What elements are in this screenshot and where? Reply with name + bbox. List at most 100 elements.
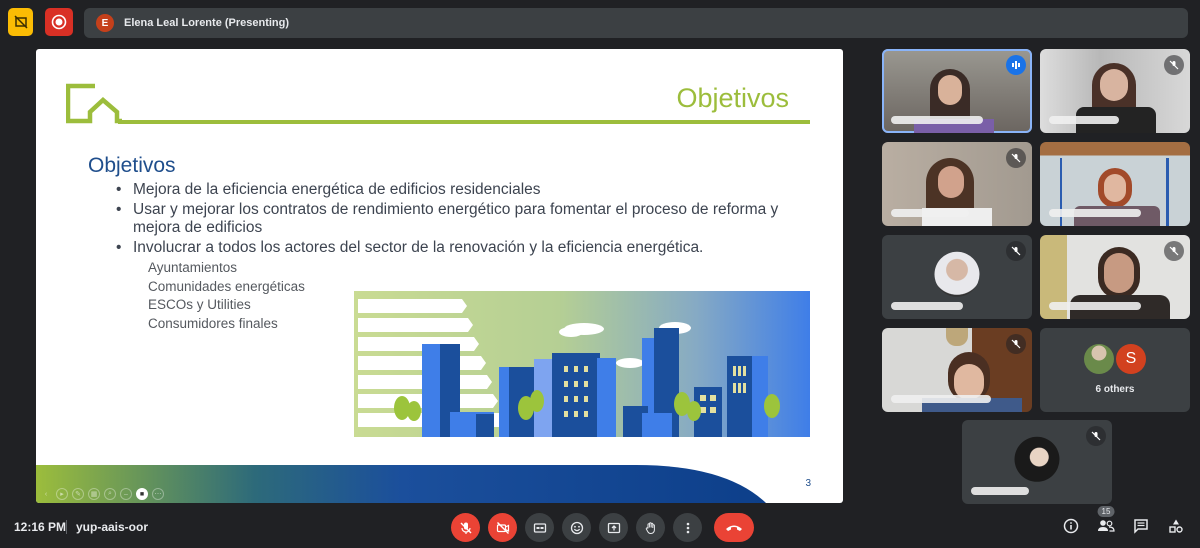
stop-presenting-button[interactable] [8,8,33,36]
participant-tile[interactable] [962,420,1112,504]
mic-off-icon [460,522,471,534]
city-illustration [354,291,810,437]
participant-tile[interactable] [1040,142,1190,226]
people-button[interactable]: 15 [1096,506,1116,536]
speaking-indicator [1006,55,1026,75]
sub-list: Ayuntamientos Comunidades energéticas ES… [148,259,305,333]
more-slide-options-icon[interactable]: ⋯ [152,488,164,500]
participant-tile[interactable] [1040,49,1190,133]
muted-indicator [1086,426,1106,446]
name-pill [891,209,969,217]
end-call-button[interactable] [714,513,754,542]
participant-tile[interactable] [882,142,1032,226]
mic-off-icon [1011,246,1021,256]
participant-face [1104,174,1126,202]
participant-avatar [1014,436,1060,482]
mic-off-icon [1011,339,1021,349]
pen-icon[interactable]: ✎ [72,488,84,500]
top-bar: E Elena Leal Lorente (Presenting) [8,8,1188,38]
name-pill [1049,116,1119,124]
presenter-avatar: E [96,14,114,32]
zoom-icon[interactable]: ⌕ [104,488,116,500]
mic-off-icon [1011,153,1021,163]
participant-face [938,166,964,198]
bullet-item: Involucrar a todos los actores del secto… [116,239,806,257]
participant-tile[interactable] [1040,235,1190,319]
muted-indicator [1164,241,1184,261]
participant-face [1100,69,1128,101]
presenter-label: Elena Leal Lorente (Presenting) [124,17,290,29]
info-icon [1063,518,1079,534]
lamp [946,328,968,346]
slides-grid-icon[interactable]: ▦ [88,488,100,500]
next-slide-icon[interactable]: ▸ [56,488,68,500]
others-count: 6 others [1095,384,1135,395]
participant-avatar [934,251,980,297]
mic-off-icon [1169,60,1179,70]
call-controls [451,513,754,542]
participant-count-badge: 15 [1097,506,1115,517]
people-icon [1098,520,1115,532]
mic-off-icon [1091,431,1101,441]
present-button[interactable] [599,513,628,542]
subtitles-icon[interactable]: – [120,488,132,500]
prev-slide-icon[interactable]: ‹ [40,488,52,500]
recording-button[interactable] [45,8,73,36]
mic-toggle-button[interactable] [451,513,480,542]
presentation-slide: Objetivos Objetivos Mejora de la eficien… [36,49,843,503]
muted-indicator [1164,55,1184,75]
record-icon [51,14,67,30]
participant-avatar [1084,344,1114,374]
camera-off-icon [496,521,509,534]
presenter-bar: E Elena Leal Lorente (Presenting) [84,8,1188,38]
bullet-list: Mejora de la eficiencia energética de ed… [116,181,806,259]
chat-button[interactable] [1131,516,1151,536]
divider [66,520,67,534]
camera-toggle-button[interactable] [488,513,517,542]
more-vert-icon [686,522,689,533]
name-pill [971,487,1029,495]
name-pill [891,116,983,124]
sub-item: ESCOs y Utilities [148,297,251,312]
captions-icon [533,522,546,533]
captions-button[interactable] [525,513,554,542]
activities-button[interactable] [1166,516,1186,536]
muted-indicator [1006,241,1026,261]
slide-page-number: 3 [805,478,811,489]
window-frame [1166,158,1169,226]
meeting-details-button[interactable] [1061,516,1081,536]
clock: 12:16 PM [14,520,67,534]
more-options-button[interactable] [673,513,702,542]
participant-tile[interactable] [882,235,1032,319]
present-screen-icon [607,522,620,533]
bullet-item: Mejora de la eficiencia energética de ed… [116,181,806,199]
house-logo-icon [66,83,122,124]
sub-item: Ayuntamientos [148,260,238,275]
reactions-button[interactable] [562,513,591,542]
slide-controls: ‹ ▸ ✎ ▦ ⌕ – ■ ⋯ [40,488,164,500]
presentation-off-icon [13,15,28,29]
others-avatars: S [1084,344,1146,374]
side-panel-buttons: 15 [1061,506,1186,536]
hand-icon [645,521,655,534]
name-pill [1049,209,1141,217]
participant-avatar: S [1116,344,1146,374]
participant-tile[interactable] [882,328,1032,412]
name-pill [891,302,963,310]
sub-item: Consumidores finales [148,315,278,331]
bottom-bar: 12:16 PM yup-aais-oor 15 [0,506,1200,548]
mic-off-icon [1169,246,1179,256]
participant-face [938,75,962,105]
participant-tile[interactable] [882,49,1032,133]
emoji-icon [570,521,583,534]
name-pill [891,395,991,403]
muted-indicator [1006,334,1026,354]
others-tile[interactable]: S 6 others [1040,328,1190,412]
raise-hand-button[interactable] [636,513,665,542]
slide-heading: Objetivos [88,154,176,177]
meeting-code[interactable]: yup-aais-oor [76,520,148,534]
camera-icon[interactable]: ■ [136,488,148,500]
sub-item: Comunidades energéticas [148,278,305,294]
title-rule [118,120,810,124]
chat-icon [1134,519,1148,534]
